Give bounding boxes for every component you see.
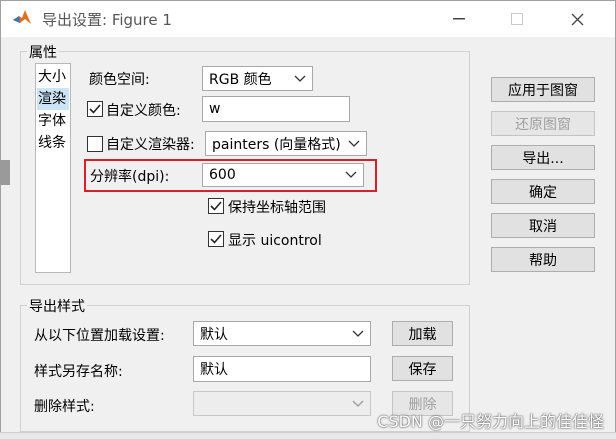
matlab-logo-icon bbox=[13, 10, 31, 24]
maximize-button bbox=[494, 1, 540, 37]
chevron-down-icon bbox=[352, 400, 364, 407]
watermark-text: CSDN @一只努力向上的佳佳怪 bbox=[377, 412, 604, 431]
colorspace-value: RGB 颜色 bbox=[209, 71, 272, 88]
checkmark-icon bbox=[89, 104, 101, 114]
window-title: 导出设置: Figure 1 bbox=[42, 11, 172, 29]
minimize-button[interactable] bbox=[436, 1, 482, 37]
export-styles-group-title: 导出样式 bbox=[27, 296, 87, 316]
custom-color-checkbox[interactable] bbox=[87, 101, 103, 117]
delete-style-select bbox=[193, 391, 371, 416]
maximize-icon bbox=[511, 13, 523, 25]
checkmark-icon bbox=[210, 234, 222, 244]
close-button[interactable] bbox=[554, 1, 600, 37]
custom-renderer-checkbox[interactable] bbox=[87, 136, 103, 152]
save-style-input[interactable]: 默认 bbox=[193, 356, 371, 382]
custom-renderer-select[interactable]: painters (向量格式) bbox=[205, 131, 367, 156]
cancel-button[interactable]: 取消 bbox=[491, 213, 595, 238]
bottom-edge bbox=[0, 432, 616, 439]
load-button[interactable]: 加载 bbox=[392, 321, 453, 346]
export-button[interactable]: 导出... bbox=[491, 145, 595, 170]
delete-style-label: 删除样式: bbox=[34, 399, 95, 415]
close-icon bbox=[571, 13, 583, 25]
properties-group-title: 属性 bbox=[27, 42, 59, 62]
keep-axes-checkbox[interactable] bbox=[208, 198, 224, 214]
save-button[interactable]: 保存 bbox=[392, 356, 453, 381]
show-uicontrol-checkbox[interactable] bbox=[208, 231, 224, 247]
apply-to-figure-button[interactable]: 应用于图窗 bbox=[491, 77, 595, 102]
help-button[interactable]: 帮助 bbox=[491, 247, 595, 272]
load-settings-label: 从以下位置加载设置: bbox=[34, 328, 165, 344]
colorspace-select[interactable]: RGB 颜色 bbox=[202, 66, 313, 91]
load-settings-select[interactable]: 默认 bbox=[193, 321, 371, 346]
category-item-rendering[interactable]: 渲染 bbox=[37, 88, 69, 110]
custom-renderer-label: 自定义渲染器: bbox=[106, 137, 195, 153]
ok-button[interactable]: 确定 bbox=[491, 179, 595, 204]
background-edge bbox=[0, 160, 10, 185]
category-item-size[interactable]: 大小 bbox=[37, 66, 69, 88]
category-listbox[interactable]: 大小 渲染 字体 线条 bbox=[35, 63, 71, 273]
chevron-down-icon bbox=[294, 75, 306, 82]
minimize-icon bbox=[453, 18, 465, 20]
checkmark-icon bbox=[210, 201, 222, 211]
category-item-lines[interactable]: 线条 bbox=[37, 132, 69, 154]
restore-figure-button: 还原图窗 bbox=[491, 111, 595, 136]
custom-color-input[interactable]: w bbox=[202, 96, 350, 122]
custom-renderer-value: painters (向量格式) bbox=[212, 136, 341, 153]
custom-color-value: w bbox=[209, 101, 221, 117]
custom-color-label: 自定义颜色: bbox=[106, 103, 181, 119]
save-style-label: 样式另存名称: bbox=[34, 364, 123, 380]
colorspace-label: 颜色空间: bbox=[89, 72, 150, 88]
load-settings-value: 默认 bbox=[200, 326, 228, 343]
keep-axes-label: 保持坐标轴范围 bbox=[228, 200, 326, 216]
chevron-down-icon bbox=[348, 140, 360, 147]
show-uicontrol-label: 显示 uicontrol bbox=[228, 233, 322, 249]
chevron-down-icon bbox=[352, 330, 364, 337]
resolution-highlight-box bbox=[84, 159, 377, 192]
category-item-font[interactable]: 字体 bbox=[37, 110, 69, 132]
save-style-value: 默认 bbox=[200, 362, 228, 378]
